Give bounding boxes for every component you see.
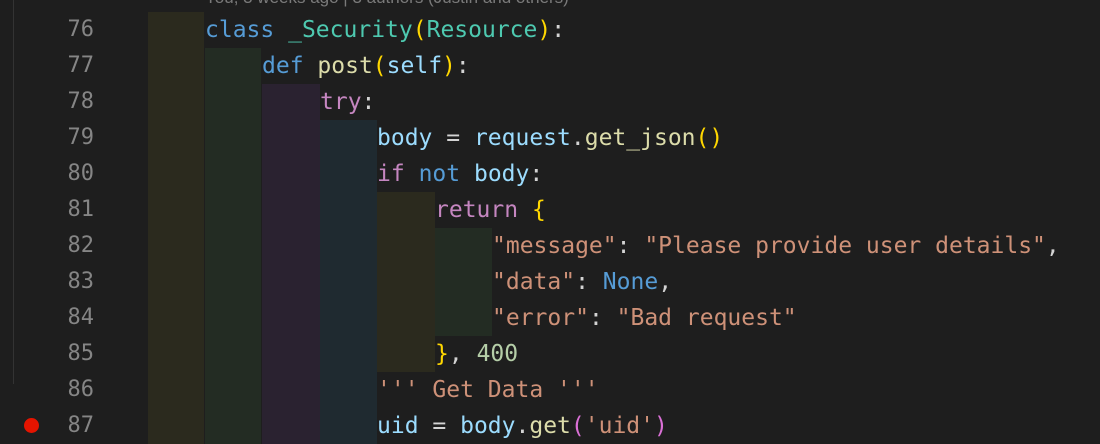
- line-number: 82: [67, 233, 95, 258]
- code-token: post: [317, 53, 373, 79]
- code-line[interactable]: 87 uid = body.get('uid'): [0, 408, 1100, 444]
- code-token: class: [205, 17, 275, 43]
- line-number: 80: [67, 161, 95, 186]
- code-text: body = request.get_json(): [377, 125, 723, 151]
- code-token: Resource: [426, 17, 538, 43]
- code-text: if not body:: [377, 161, 543, 187]
- code-token: body: [377, 125, 433, 151]
- code-text: "message": "Please provide user details"…: [492, 233, 1060, 259]
- code-token: try: [320, 89, 362, 115]
- code-text: }, 400: [435, 341, 518, 367]
- code-text: uid = body.get('uid'): [377, 413, 668, 439]
- code-token: "Bad request": [616, 305, 797, 331]
- code-token: return: [435, 197, 519, 223]
- code-token: not: [418, 161, 461, 187]
- code-token: (: [412, 17, 427, 43]
- code-token: 'uid': [584, 413, 654, 439]
- code-token: self: [386, 53, 443, 79]
- code-line[interactable]: 84 "error": "Bad request": [0, 300, 1100, 336]
- line-number: 87: [67, 413, 95, 438]
- code-token: get_json: [584, 125, 696, 151]
- code-token: "error": [492, 305, 589, 331]
- code-line[interactable]: 81 return {: [0, 192, 1100, 228]
- code-token: :: [361, 89, 376, 115]
- code-token: body: [473, 161, 530, 187]
- line-number: 77: [67, 53, 95, 78]
- code-line[interactable]: 79 body = request.get_json(): [0, 120, 1100, 156]
- line-number: 78: [67, 89, 95, 114]
- code-text: return {: [435, 197, 546, 223]
- code-line[interactable]: 82 "message": "Please provide user detail…: [0, 228, 1100, 264]
- code-token: .: [570, 125, 585, 151]
- code-token: get: [529, 413, 571, 439]
- code-text: try:: [320, 89, 375, 115]
- code-token: None: [602, 269, 659, 295]
- line-number: 84: [67, 305, 95, 330]
- code-token: :: [575, 269, 603, 295]
- code-line[interactable]: 83 "data": None,: [0, 264, 1100, 300]
- code-token: 400: [476, 341, 519, 367]
- code-token: =: [432, 125, 474, 151]
- code-text: "data": None,: [492, 269, 672, 295]
- code-token: ''' Get Data ''': [377, 377, 599, 403]
- code-token: if: [377, 161, 405, 187]
- code-token: ,: [1045, 233, 1060, 259]
- line-number: 86: [67, 377, 95, 402]
- code-token: :: [529, 161, 544, 187]
- code-text: def post(self):: [262, 53, 470, 79]
- code-token: :: [455, 53, 470, 79]
- line-number: 81: [67, 197, 95, 222]
- code-token: body: [460, 413, 516, 439]
- code-token: "data": [492, 269, 576, 295]
- code-token: :: [551, 17, 566, 43]
- line-number: 79: [67, 125, 95, 150]
- code-token: ,: [448, 341, 477, 367]
- code-token: (: [372, 53, 387, 79]
- code-token: _Security: [288, 17, 413, 43]
- code-token: "Please provide user details": [644, 233, 1046, 259]
- code-token: ): [442, 53, 456, 79]
- code-token: ,: [658, 269, 673, 295]
- code-line[interactable]: 78 try:: [0, 84, 1100, 120]
- code-token: :: [588, 305, 617, 331]
- code-editor[interactable]: You, 3 weeks ago | 3 authors (Justin and…: [0, 0, 1100, 444]
- code-text: ''' Get Data ''': [377, 377, 599, 403]
- code-line[interactable]: 80 if not body:: [0, 156, 1100, 192]
- code-line[interactable]: 77 def post(self):: [0, 48, 1100, 84]
- line-number: 76: [67, 17, 95, 42]
- code-line[interactable]: 86 ''' Get Data ''': [0, 372, 1100, 408]
- code-token: "message": [492, 233, 617, 259]
- code-token: (: [570, 413, 585, 439]
- code-token: request: [473, 125, 571, 151]
- code-text: class _Security(Resource):: [205, 17, 565, 43]
- code-token: ): [537, 17, 552, 43]
- code-token: .: [515, 413, 530, 439]
- breakpoint-icon[interactable]: [24, 418, 39, 433]
- code-line[interactable]: 76 class _Security(Resource):: [0, 12, 1100, 48]
- code-token: {: [531, 197, 546, 223]
- code-line[interactable]: 85}, 400: [0, 336, 1100, 372]
- line-number: 85: [67, 341, 95, 366]
- code-token: }: [435, 341, 449, 367]
- code-token: :: [616, 233, 645, 259]
- line-number: 83: [67, 269, 95, 294]
- code-token: uid: [377, 413, 419, 439]
- code-token: (): [695, 125, 724, 151]
- git-blame-annotation: You, 3 weeks ago | 3 authors (Justin and…: [205, 0, 569, 8]
- code-token: def: [262, 53, 304, 79]
- code-text: "error": "Bad request": [492, 305, 797, 331]
- code-token: ): [654, 413, 668, 439]
- code-token: =: [418, 413, 461, 439]
